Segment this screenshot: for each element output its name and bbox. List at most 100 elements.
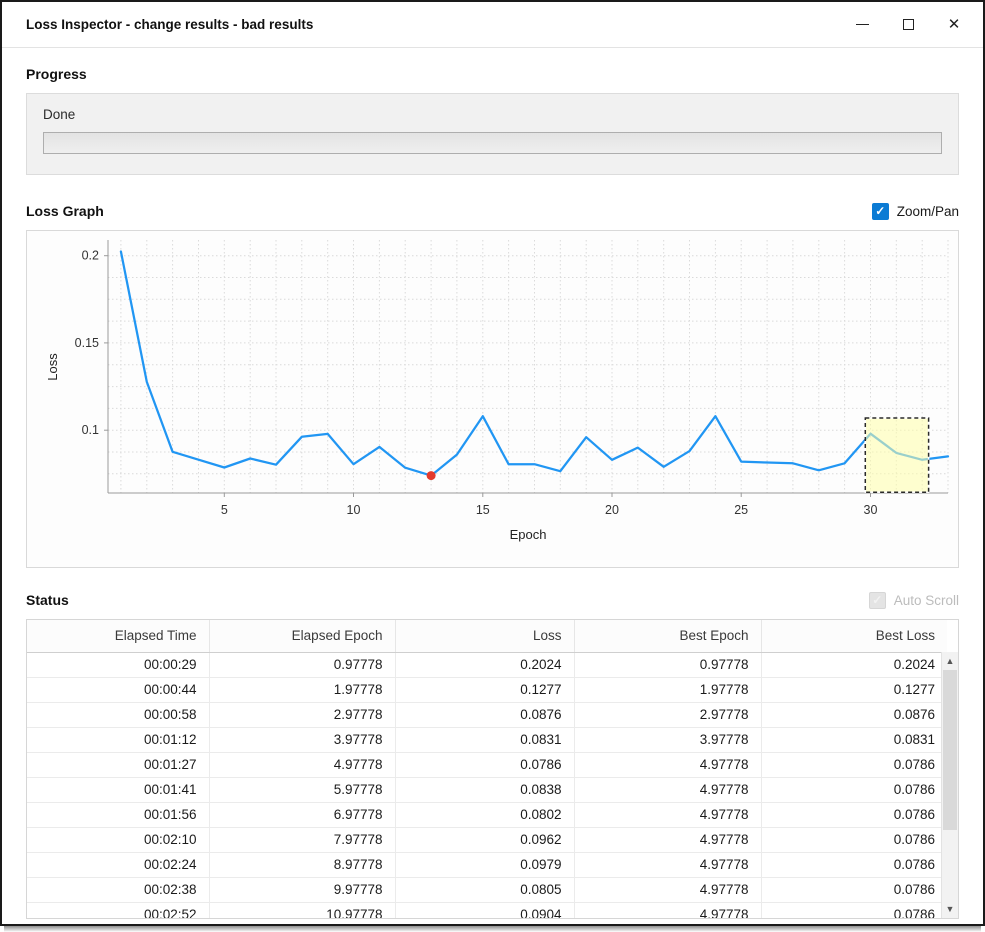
table-row[interactable]: 00:00:441.977780.12771.977780.1277: [27, 677, 947, 702]
svg-text:Epoch: Epoch: [510, 527, 547, 542]
loss-chart[interactable]: 510152025300.10.150.2EpochLoss: [26, 230, 959, 568]
table-cell: 00:00:58: [27, 702, 209, 727]
table-cell: 4.97778: [574, 777, 761, 802]
maximize-button[interactable]: [891, 10, 925, 40]
window-title: Loss Inspector - change results - bad re…: [26, 17, 833, 32]
table-cell: 00:01:56: [27, 802, 209, 827]
table-cell: 0.0786: [761, 902, 947, 919]
column-header-best-epoch[interactable]: Best Epoch: [574, 620, 761, 652]
status-table-grid: Elapsed Time Elapsed Epoch Loss Best Epo…: [27, 620, 947, 919]
scrollbar-thumb[interactable]: [943, 670, 957, 830]
table-cell: 4.97778: [209, 752, 395, 777]
progress-done-label: Done: [43, 106, 942, 124]
svg-text:25: 25: [734, 503, 748, 517]
table-cell: 0.0786: [761, 852, 947, 877]
svg-text:Loss: Loss: [45, 353, 60, 381]
svg-text:0.2: 0.2: [82, 249, 99, 263]
table-row[interactable]: 00:01:566.977780.08024.977780.0786: [27, 802, 947, 827]
table-cell: 7.97778: [209, 827, 395, 852]
status-heading: Status: [26, 590, 69, 610]
progress-bar: [43, 132, 942, 154]
auto-scroll-checkbox-box: ✓: [869, 592, 886, 609]
window-drop-shadow: [4, 926, 981, 932]
table-cell: 0.0805: [395, 877, 574, 902]
table-scrollbar[interactable]: ▲ ▼: [941, 652, 958, 918]
loss-chart-svg[interactable]: 510152025300.10.150.2EpochLoss: [27, 231, 962, 567]
table-cell: 2.97778: [574, 702, 761, 727]
table-cell: 4.97778: [574, 827, 761, 852]
zoom-pan-checkbox[interactable]: ✓ Zoom/Pan: [872, 203, 959, 220]
table-row[interactable]: 00:00:290.977780.20240.977780.2024: [27, 652, 947, 677]
table-cell: 00:01:12: [27, 727, 209, 752]
table-cell: 0.0979: [395, 852, 574, 877]
minimize-icon: [856, 24, 869, 25]
table-cell: 0.0786: [395, 752, 574, 777]
table-cell: 0.0876: [761, 702, 947, 727]
table-cell: 4.97778: [574, 902, 761, 919]
table-row[interactable]: 00:02:389.977780.08054.977780.0786: [27, 877, 947, 902]
svg-text:0.1: 0.1: [82, 423, 99, 437]
table-cell: 10.97778: [209, 902, 395, 919]
svg-text:20: 20: [605, 503, 619, 517]
window-content: Progress Done Loss Graph ✓ Zoom/Pan 5101…: [2, 48, 983, 919]
table-cell: 00:01:41: [27, 777, 209, 802]
table-cell: 4.97778: [574, 802, 761, 827]
table-row[interactable]: 00:02:5210.977780.09044.977780.0786: [27, 902, 947, 919]
table-cell: 00:02:38: [27, 877, 209, 902]
table-cell: 6.97778: [209, 802, 395, 827]
table-cell: 00:00:29: [27, 652, 209, 677]
table-cell: 0.0786: [761, 752, 947, 777]
table-cell: 8.97778: [209, 852, 395, 877]
table-cell: 0.0876: [395, 702, 574, 727]
svg-text:15: 15: [476, 503, 490, 517]
status-table-body: 00:00:290.977780.20240.977780.202400:00:…: [27, 652, 947, 919]
table-header-row: Elapsed Time Elapsed Epoch Loss Best Epo…: [27, 620, 947, 652]
table-row[interactable]: 00:02:248.977780.09794.977780.0786: [27, 852, 947, 877]
loss-graph-heading: Loss Graph: [26, 201, 104, 221]
table-cell: 0.0802: [395, 802, 574, 827]
table-cell: 5.97778: [209, 777, 395, 802]
table-cell: 3.97778: [574, 727, 761, 752]
column-header-loss[interactable]: Loss: [395, 620, 574, 652]
table-cell: 0.0904: [395, 902, 574, 919]
table-cell: 00:00:44: [27, 677, 209, 702]
table-cell: 4.97778: [574, 877, 761, 902]
minimize-button[interactable]: [845, 10, 879, 40]
table-cell: 0.0831: [761, 727, 947, 752]
table-row[interactable]: 00:01:274.977780.07864.977780.0786: [27, 752, 947, 777]
zoom-pan-checkbox-box[interactable]: ✓: [872, 203, 889, 220]
scroll-down-icon[interactable]: ▼: [942, 901, 958, 917]
table-cell: 3.97778: [209, 727, 395, 752]
titlebar: Loss Inspector - change results - bad re…: [2, 2, 983, 48]
table-cell: 00:01:27: [27, 752, 209, 777]
close-icon: ✕: [948, 17, 961, 32]
table-cell: 0.97778: [574, 652, 761, 677]
window-controls: ✕: [833, 10, 971, 40]
table-cell: 0.0962: [395, 827, 574, 852]
table-cell: 0.0786: [761, 777, 947, 802]
table-cell: 1.97778: [574, 677, 761, 702]
check-icon: ✓: [875, 205, 885, 217]
window: Loss Inspector - change results - bad re…: [0, 0, 985, 926]
scroll-up-icon[interactable]: ▲: [942, 653, 958, 669]
table-cell: 0.0786: [761, 877, 947, 902]
check-icon: ✓: [872, 594, 882, 606]
table-row[interactable]: 00:01:415.977780.08384.977780.0786: [27, 777, 947, 802]
table-row[interactable]: 00:00:582.977780.08762.977780.0876: [27, 702, 947, 727]
table-cell: 0.0838: [395, 777, 574, 802]
table-cell: 0.97778: [209, 652, 395, 677]
auto-scroll-label: Auto Scroll: [894, 593, 959, 608]
column-header-elapsed-epoch[interactable]: Elapsed Epoch: [209, 620, 395, 652]
table-cell: 0.0786: [761, 802, 947, 827]
table-cell: 0.2024: [761, 652, 947, 677]
table-cell: 4.97778: [574, 752, 761, 777]
close-button[interactable]: ✕: [937, 10, 971, 40]
progress-heading: Progress: [26, 64, 959, 84]
table-cell: 00:02:10: [27, 827, 209, 852]
table-cell: 1.97778: [209, 677, 395, 702]
table-row[interactable]: 00:02:107.977780.09624.977780.0786: [27, 827, 947, 852]
column-header-elapsed-time[interactable]: Elapsed Time: [27, 620, 209, 652]
table-row[interactable]: 00:01:123.977780.08313.977780.0831: [27, 727, 947, 752]
status-table: Elapsed Time Elapsed Epoch Loss Best Epo…: [26, 619, 959, 919]
column-header-best-loss[interactable]: Best Loss: [761, 620, 947, 652]
